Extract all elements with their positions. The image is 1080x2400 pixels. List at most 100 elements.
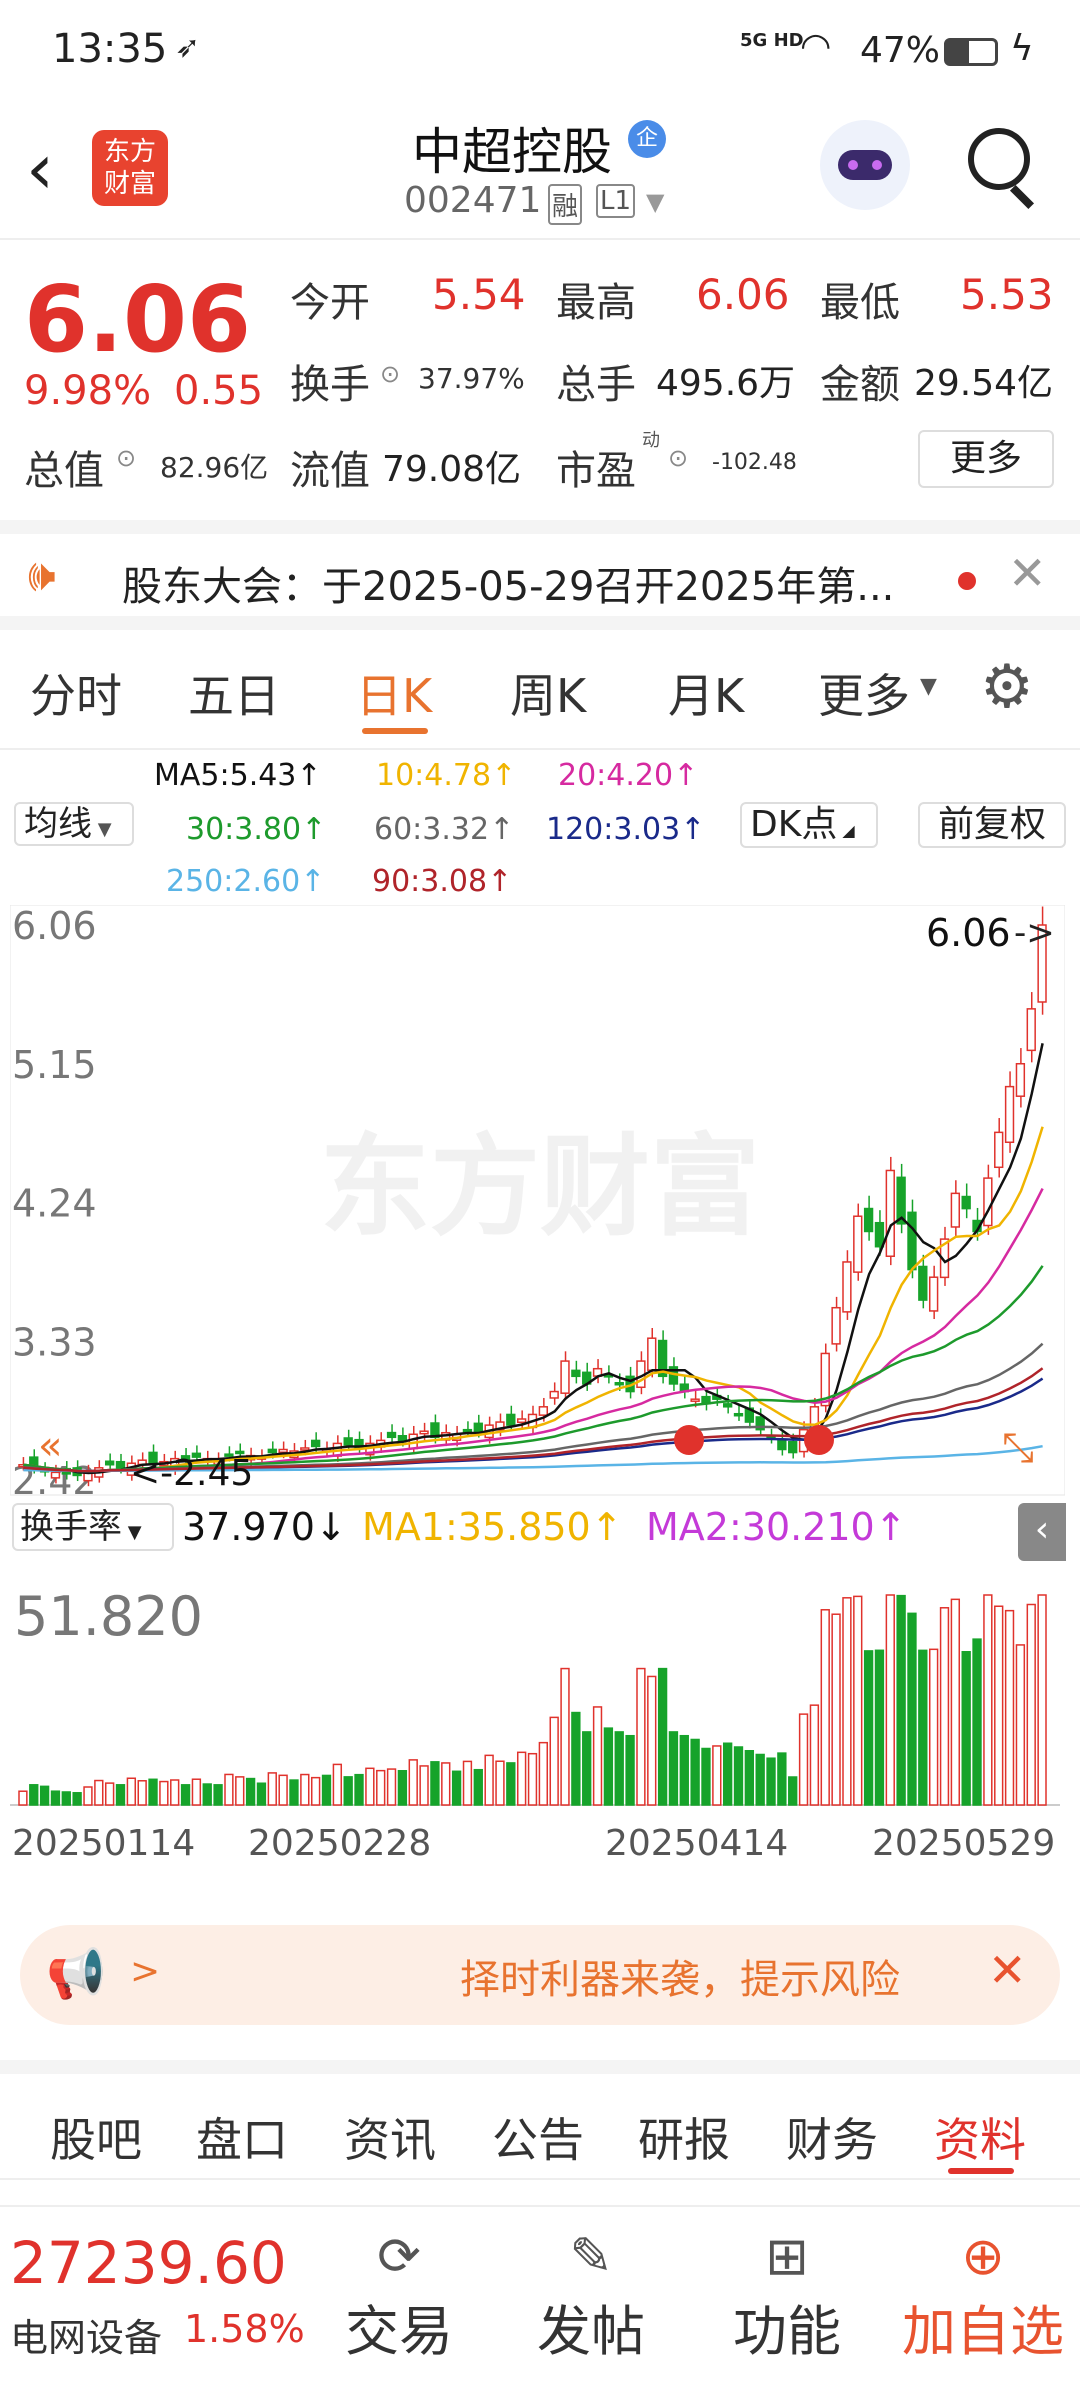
tab-monthly-k[interactable]: 月K (668, 660, 744, 726)
tab-more[interactable]: 更多 (818, 660, 910, 726)
tab-intraday[interactable]: 分时 (30, 660, 122, 726)
volume-bar (1004, 1609, 1015, 1806)
volume-bar (462, 1760, 473, 1806)
dk-button-label: DK点 (750, 804, 838, 845)
volume-bar (39, 1785, 50, 1806)
volume-bar (527, 1752, 538, 1806)
candle-body (571, 1369, 581, 1378)
float-value: 79.08亿 (382, 449, 522, 490)
status-bar: 13:35 ➶ 5G HD ◠ 47% ϟ (0, 0, 1080, 100)
chevron-down-icon[interactable]: ▼ (646, 188, 664, 216)
search-icon[interactable] (968, 128, 1030, 190)
candle-body (788, 1441, 798, 1454)
volume-bar (137, 1780, 147, 1806)
volume-bar (744, 1750, 755, 1806)
assistant-avatar[interactable] (820, 120, 910, 210)
volume-bar (386, 1768, 397, 1806)
change-value: 0.55 (174, 368, 264, 414)
tab-financials[interactable]: 财务 (786, 2104, 878, 2170)
volume-bar (582, 1731, 592, 1806)
high-label: 最高 (556, 280, 636, 326)
tab-announcements[interactable]: 公告 (492, 2104, 584, 2170)
post-label: 发帖 (537, 2300, 645, 2363)
volume-label: 总手 (556, 362, 636, 408)
trade-button[interactable]: ⟳ 交易 (324, 2227, 474, 2366)
volume-bar (94, 1779, 104, 1806)
candle-body (874, 1221, 885, 1248)
location-icon: ➶ (175, 30, 201, 65)
index-name[interactable]: 电网设备 (10, 2307, 162, 2362)
kline-chart-svg[interactable]: 东方财富 6.065.154.243.332.42 20250114 202502… (9, 904, 1066, 1905)
info-icon[interactable]: ⊙ (668, 444, 688, 472)
ma-selector[interactable]: 均线 ▼ (14, 802, 134, 846)
volume-bar (332, 1763, 343, 1806)
volume-bar (278, 1774, 288, 1806)
volume-bar (61, 1791, 71, 1806)
volume-bar (766, 1757, 776, 1806)
volume-bar (354, 1773, 364, 1806)
volume-bar (104, 1782, 115, 1806)
volume-bar (267, 1772, 277, 1806)
volume-bar (690, 1738, 700, 1806)
promo-banner[interactable]: 📢 > 择时利器来袭，提示风险 ✕ (20, 1925, 1060, 2025)
volume-bar (1037, 1594, 1047, 1806)
gear-icon[interactable]: ⚙ (980, 652, 1034, 722)
volume-bar (343, 1776, 353, 1806)
volume-bar (1026, 1603, 1036, 1806)
candle-body (115, 1460, 126, 1469)
candle-body (722, 1403, 733, 1408)
close-icon[interactable]: ✕ (1008, 546, 1047, 600)
kline-chart[interactable]: 东方财富 6.06 5.15 4.24 3.33 2.42 20250114 202502… (9, 904, 1066, 1905)
tab-weekly-k[interactable]: 周K (510, 660, 586, 726)
adjust-button[interactable]: 前复权 (918, 802, 1066, 848)
function-button[interactable]: ⊞ 功能 (712, 2227, 862, 2366)
tab-daily-k[interactable]: 日K (356, 660, 432, 726)
active-tab-indicator (362, 728, 428, 734)
y-tick-label: 5.15 (12, 1043, 97, 1087)
expand-icon[interactable]: ⤡ (1002, 1425, 1034, 1471)
trade-label: 交易 (345, 2300, 453, 2363)
turnover-selector[interactable]: 换手率 ▼ (12, 1503, 174, 1551)
collapse-icon[interactable]: ‹ (1018, 1503, 1066, 1561)
turnover-value: 37.97% (418, 362, 525, 395)
speaker-icon: 🕪 (28, 550, 56, 601)
tab-forum[interactable]: 股吧 (50, 2104, 142, 2170)
volume-bar (874, 1649, 885, 1806)
more-button[interactable]: 更多 (918, 430, 1054, 488)
tab-orderbook[interactable]: 盘口 (196, 2104, 288, 2170)
volume-bar (310, 1776, 321, 1806)
notice-bar[interactable]: 🕪 股东大会：于2025-05-29召开2025年第... ✕ (0, 520, 1080, 630)
float-label: 流值 (290, 448, 370, 494)
volume-bar (473, 1768, 483, 1806)
candle-body (419, 1430, 429, 1435)
y-tick-label: 6.06 (12, 905, 97, 948)
charging-icon: ϟ (1010, 28, 1034, 69)
candle-body (885, 1169, 895, 1257)
index-value[interactable]: 27239.60 (10, 2229, 287, 2297)
back-icon[interactable]: ‹ (26, 128, 54, 210)
add-watchlist-button[interactable]: ⊕ 加自选 (888, 2227, 1078, 2366)
info-icon[interactable]: ⊙ (116, 444, 136, 472)
info-icon[interactable]: ⊙ (380, 360, 400, 388)
dk-button[interactable]: DK点 ◢ (740, 802, 878, 848)
volume-bar (733, 1746, 744, 1806)
x-tick-label: 20250114 (12, 1823, 195, 1864)
tab-news[interactable]: 资讯 (344, 2104, 436, 2170)
tab-profile[interactable]: 资料 (934, 2104, 1026, 2170)
candle-body (907, 1211, 917, 1271)
volume-bar (820, 1609, 830, 1806)
tab-research[interactable]: 研报 (638, 2104, 730, 2170)
svg-text:东方财富: 东方财富 (320, 1123, 760, 1251)
tab-five-day[interactable]: 五日 (188, 660, 280, 726)
scroll-left-icon[interactable]: « (38, 1423, 62, 1469)
candle-body (863, 1207, 874, 1233)
candle-body (647, 1337, 657, 1371)
last-price-label: 6.06 (926, 911, 1011, 955)
add-watchlist-label: 加自选 (902, 2300, 1064, 2363)
candle-body (397, 1435, 408, 1442)
turnover-top-label: 51.820 (14, 1585, 203, 1648)
pe-sup: 动 (642, 430, 660, 451)
y-tick-label: 4.24 (12, 1182, 97, 1226)
post-button[interactable]: ✎ 发帖 (516, 2227, 666, 2366)
close-icon[interactable]: ✕ (988, 1943, 1027, 1997)
